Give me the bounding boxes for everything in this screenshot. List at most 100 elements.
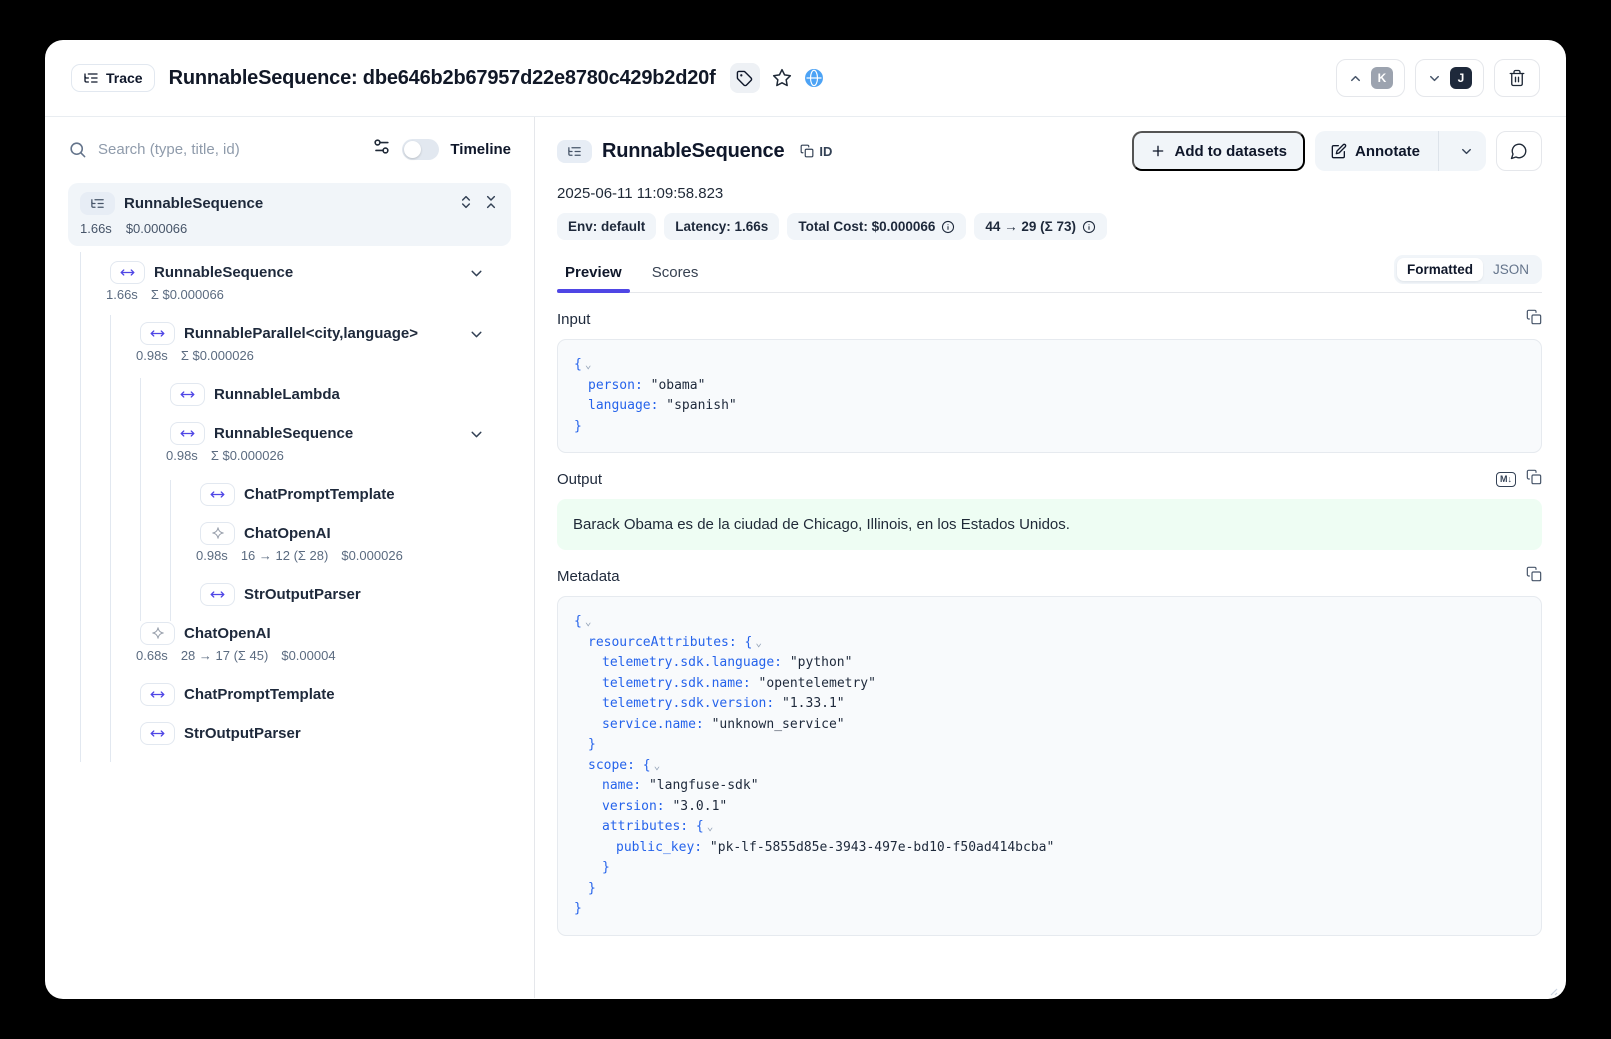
tree-item-chatopenai[interactable]: ChatOpenAI 0.98s16 → 12 (Σ 28)$0.000026 bbox=[68, 513, 511, 574]
timeline-toggle[interactable] bbox=[402, 139, 439, 160]
span-arrows-icon bbox=[200, 583, 235, 606]
public-share-button[interactable] bbox=[804, 68, 824, 88]
json-line: {⌄ bbox=[574, 355, 1525, 376]
input-section: Input {⌄person: "obama"language: "spanis… bbox=[557, 309, 1542, 453]
tree-item-metrics: 0.98sΣ $0.000026 bbox=[166, 448, 511, 466]
expand-all-icon[interactable] bbox=[458, 194, 474, 210]
comments-button[interactable] bbox=[1496, 131, 1542, 171]
metadata-section-title: Metadata bbox=[557, 568, 620, 585]
info-icon[interactable] bbox=[1082, 220, 1096, 234]
delete-trace-button[interactable] bbox=[1494, 59, 1540, 97]
chevron-down-icon[interactable] bbox=[468, 265, 485, 287]
tree-item-chatprompttemplate[interactable]: ChatPromptTemplate bbox=[68, 674, 511, 713]
metric-badge: Env: default bbox=[557, 213, 656, 240]
tab-scores[interactable]: Scores bbox=[644, 260, 707, 292]
observation-type-badge bbox=[557, 140, 592, 163]
span-arrows-icon bbox=[110, 261, 145, 284]
tree-item-stroutputparser[interactable]: StrOutputParser bbox=[68, 713, 511, 752]
chevron-down-icon bbox=[1459, 144, 1474, 159]
trace-type-badge: Trace bbox=[71, 64, 155, 92]
toggle-knob bbox=[404, 141, 421, 158]
tab-preview[interactable]: Preview bbox=[557, 260, 630, 292]
copy-input-button[interactable] bbox=[1526, 309, 1542, 330]
tree-root-duration: 1.66s bbox=[80, 221, 112, 236]
json-line: telemetry.sdk.language: "python" bbox=[574, 653, 1525, 674]
output-section: Output M↓ Barack Obama es de la ciudad d… bbox=[557, 469, 1542, 550]
list-tree-icon bbox=[83, 70, 99, 86]
trace-tree-items: RunnableSequence1.66sΣ $0.000066Runnable… bbox=[68, 252, 511, 752]
list-tree-icon bbox=[567, 144, 582, 159]
tree-item-runnablelambda[interactable]: RunnableLambda bbox=[68, 374, 511, 413]
input-json-block: {⌄person: "obama"language: "spanish"} bbox=[557, 339, 1542, 453]
tree-item-metrics: 1.66sΣ $0.000066 bbox=[106, 287, 511, 305]
tree-item-name: ChatPromptTemplate bbox=[244, 486, 395, 503]
tree-item-name: RunnableSequence bbox=[154, 264, 293, 281]
annotate-dropdown-button[interactable] bbox=[1447, 144, 1486, 159]
tree-item-stroutputparser[interactable]: StrOutputParser bbox=[68, 574, 511, 613]
prev-trace-button[interactable]: K bbox=[1336, 59, 1405, 97]
add-to-datasets-button[interactable]: Add to datasets bbox=[1132, 131, 1305, 171]
copy-icon bbox=[1526, 469, 1542, 485]
tree-item-chatprompttemplate[interactable]: ChatPromptTemplate bbox=[68, 474, 511, 513]
chevron-down-icon[interactable] bbox=[468, 326, 485, 348]
sliders-icon bbox=[372, 137, 391, 156]
filter-settings-button[interactable] bbox=[372, 137, 391, 161]
annotate-label: Annotate bbox=[1355, 143, 1420, 160]
tree-item-runnableparallel-city-language-[interactable]: RunnableParallel<city,language>0.98sΣ $0… bbox=[68, 313, 511, 374]
tree-item-name: ChatOpenAI bbox=[244, 525, 331, 542]
globe-icon bbox=[804, 68, 824, 88]
json-line: } bbox=[574, 735, 1525, 756]
search-icon bbox=[68, 140, 87, 159]
copy-icon bbox=[800, 144, 814, 158]
annotate-split-button[interactable]: Annotate bbox=[1315, 131, 1486, 171]
json-line: person: "obama" bbox=[574, 376, 1525, 397]
collapse-all-icon[interactable] bbox=[483, 194, 499, 210]
format-formatted-option[interactable]: Formatted bbox=[1397, 258, 1483, 281]
copy-id-button[interactable]: ID bbox=[800, 144, 832, 159]
tabs-row: Preview Scores Formatted JSON bbox=[557, 255, 1542, 293]
json-line: public_key: "pk-lf-5855d85e-3943-497e-bd… bbox=[574, 838, 1525, 859]
input-section-title: Input bbox=[557, 311, 590, 328]
json-line: name: "langfuse-sdk" bbox=[574, 776, 1525, 797]
search-input[interactable] bbox=[98, 141, 361, 158]
chevron-up-icon bbox=[1348, 71, 1363, 86]
tree-item-metrics: 0.98sΣ $0.000026 bbox=[136, 348, 511, 366]
id-label: ID bbox=[819, 144, 832, 159]
trace-badge-label: Trace bbox=[106, 70, 143, 86]
markdown-toggle-button[interactable]: M↓ bbox=[1496, 472, 1516, 487]
json-line: {⌄ bbox=[574, 612, 1525, 633]
metric-badges-row: Env: defaultLatency: 1.66sTotal Cost: $0… bbox=[557, 213, 1542, 240]
span-arrows-icon bbox=[140, 683, 175, 706]
tree-item-runnablesequence[interactable]: RunnableSequence 1.66sΣ $0.000066 bbox=[68, 252, 511, 313]
copy-icon bbox=[1526, 566, 1542, 582]
metadata-section: Metadata {⌄resourceAttributes: {⌄telemet… bbox=[557, 566, 1542, 936]
plus-icon bbox=[1150, 143, 1166, 159]
trace-tree: RunnableSequence 1.66s $0.000066 Runnabl… bbox=[68, 183, 511, 752]
generation-sparkle-icon bbox=[140, 622, 175, 645]
json-line: language: "spanish" bbox=[574, 396, 1525, 417]
copy-metadata-button[interactable] bbox=[1526, 566, 1542, 587]
observation-panel: RunnableSequence ID Add to datasets Anno… bbox=[535, 117, 1566, 998]
format-toggle: Formatted JSON bbox=[1394, 255, 1542, 284]
copy-output-button[interactable] bbox=[1526, 469, 1542, 490]
titlebar: Trace RunnableSequence: dbe646b2b67957d2… bbox=[45, 40, 1566, 117]
add-to-datasets-label: Add to datasets bbox=[1174, 143, 1287, 160]
tree-root-cost: $0.000066 bbox=[126, 221, 187, 236]
chevron-down-icon bbox=[1427, 71, 1442, 86]
shortcut-j-badge: J bbox=[1450, 67, 1472, 89]
tree-root-item[interactable]: RunnableSequence 1.66s $0.000066 bbox=[68, 183, 511, 246]
tags-button[interactable] bbox=[730, 63, 760, 93]
tree-item-runnablesequence[interactable]: RunnableSequence0.98sΣ $0.000026 bbox=[68, 413, 511, 474]
bookmark-star-button[interactable] bbox=[772, 68, 792, 88]
chevron-down-icon[interactable] bbox=[468, 426, 485, 448]
info-icon[interactable] bbox=[941, 220, 955, 234]
tree-item-chatopenai[interactable]: ChatOpenAI0.68s28 → 17 (Σ 45)$0.00004 bbox=[68, 613, 511, 674]
next-trace-button[interactable]: J bbox=[1415, 59, 1484, 97]
tree-item-name: StrOutputParser bbox=[184, 725, 301, 742]
json-line: version: "3.0.1" bbox=[574, 797, 1525, 818]
span-arrows-icon bbox=[200, 483, 235, 506]
format-json-option[interactable]: JSON bbox=[1483, 258, 1539, 281]
metric-badge: Latency: 1.66s bbox=[664, 213, 779, 240]
resize-handle[interactable] bbox=[1548, 983, 1558, 993]
tree-item-metrics: 0.98s16 → 12 (Σ 28)$0.000026 bbox=[196, 548, 511, 566]
